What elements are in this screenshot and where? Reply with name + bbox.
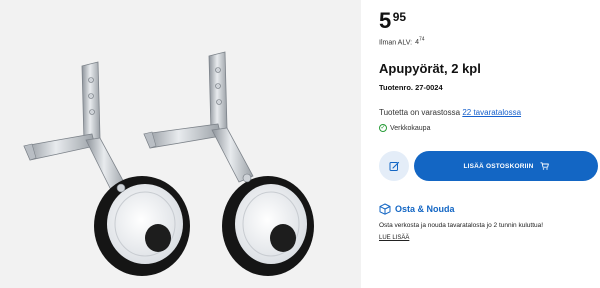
product-title: Apupyörät, 2 kpl [379,61,481,76]
click-and-collect-heading: Osta & Nouda [379,203,455,215]
training-wheels-image [23,51,314,276]
vat-value: 474 [415,37,425,46]
product-sku: Tuotenro. 27-0024 [379,83,443,92]
cart-icon [540,162,549,170]
add-to-cart-button[interactable]: LISÄÄ OSTOSKORIIN [414,151,598,181]
price-decimals: 95 [392,10,407,24]
online-availability: ✓ Verkkokaupa [379,124,430,132]
price-integer: 5 [379,8,392,33]
click-and-collect-title: Osta & Nouda [395,204,455,214]
store-availability-link[interactable]: 22 tavaratalossa [462,108,521,117]
wishlist-button[interactable] [379,151,409,181]
vat-decimals: 74 [418,37,425,43]
product-info-panel: 595 Ilman ALV: 474 Apupyörät, 2 kpl Tuote… [379,0,600,288]
box-icon [379,203,391,215]
read-more-link[interactable]: LUE LISÄÄ [379,235,409,241]
click-and-collect-description: Osta verkosta ja nouda tavaratalosta jo … [379,222,544,229]
vat-label: Ilman ALV: [379,39,413,47]
price-excl-vat: Ilman ALV: 474 [379,37,425,46]
stock-status: Tuotetta on varastossa 22 tavaratalossa [379,108,521,117]
stock-text: Tuotetta on varastossa [379,108,461,117]
online-text: Verkkokaupa [390,124,431,132]
edit-list-icon [389,161,399,171]
product-image-panel [0,0,361,288]
add-to-cart-label: LISÄÄ OSTOSKORIIN [463,162,534,170]
price: 595 [379,10,406,32]
check-circle-icon: ✓ [379,124,387,132]
